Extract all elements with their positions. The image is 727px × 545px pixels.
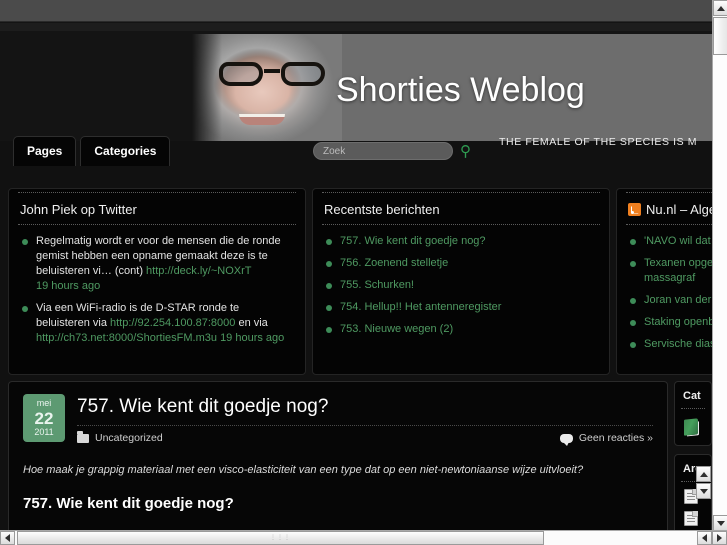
- list-item[interactable]: Servische diasp: [630, 337, 712, 352]
- post-excerpt: Hoe maak je grappig materiaal met een vi…: [23, 464, 584, 476]
- rss-link[interactable]: 'NAVO wil dat N: [644, 235, 712, 247]
- tweet-time[interactable]: 19 hours ago: [36, 279, 296, 294]
- recent-post-link[interactable]: 754. Hellup!! Het antenneregister: [340, 301, 501, 313]
- tweet-link[interactable]: http://deck.ly/~NOXrT: [146, 265, 251, 277]
- vertical-scrollbar-track[interactable]: [713, 16, 727, 515]
- post-body-heading: 757. Wie kent dit goedje nog?: [23, 495, 234, 512]
- inner-vertical-scrollbar[interactable]: [696, 466, 711, 499]
- comment-bubble-icon: [559, 433, 573, 446]
- search-input[interactable]: Zoek: [313, 142, 453, 160]
- recent-post-link[interactable]: 757. Wie kent dit goedje nog?: [340, 235, 486, 247]
- widget-recent-posts: Recentste berichten 757. Wie kent dit go…: [312, 188, 610, 375]
- scrollbar-grip-icon: ⋮⋮⋮: [270, 535, 291, 541]
- calendar-icon[interactable]: [684, 511, 698, 526]
- scroll-right-button[interactable]: [712, 531, 727, 545]
- tweet-text-2: en via: [235, 317, 268, 329]
- search-area: Zoek ⚲: [313, 142, 471, 160]
- list-item[interactable]: Regelmatig wordt er voor de mensen die d…: [22, 234, 296, 294]
- rss-link[interactable]: Joran van der S: [644, 294, 712, 306]
- date-year: 2011: [34, 427, 54, 438]
- vertical-scrollbar-thumb[interactable]: [713, 17, 727, 55]
- site-title: Shorties Weblog: [336, 71, 585, 109]
- scroll-left-button[interactable]: [0, 531, 15, 545]
- recent-posts-list: 757. Wie kent dit goedje nog? 756. Zoene…: [322, 225, 600, 337]
- post-title-block: 757. Wie kent dit goedje nog? Uncategori…: [77, 394, 653, 446]
- book-icon[interactable]: [684, 418, 698, 436]
- horizontal-scrollbar-track[interactable]: ⋮⋮⋮: [15, 531, 697, 545]
- inner-scroll-down-button[interactable]: [696, 483, 711, 499]
- horizontal-scrollbar[interactable]: ⋮⋮⋮: [0, 530, 727, 545]
- photo-left-fade: [192, 34, 222, 141]
- vertical-scrollbar[interactable]: [712, 0, 727, 531]
- widget-title-rss: Nu.nl – Alge: [626, 192, 712, 225]
- date-month: mei: [36, 398, 52, 409]
- list-item[interactable]: 756. Zoenend stelletje: [326, 256, 600, 271]
- list-item[interactable]: Texanen opges massagraf: [630, 256, 712, 286]
- right-sidebar: Cat Arc: [674, 381, 712, 531]
- post-article: mei 22 2011 757. Wie kent dit goedje nog…: [8, 381, 668, 531]
- post-comments-link[interactable]: Geen reacties »: [559, 432, 653, 446]
- date-day: 22: [34, 408, 54, 428]
- main-nav-tabs: Pages Categories: [13, 136, 171, 166]
- post-meta: Uncategorized Geen reacties »: [77, 425, 653, 446]
- list-item[interactable]: 755. Schurken!: [326, 278, 600, 293]
- list-item[interactable]: Via een WiFi-radio is de D-STAR ronde te…: [22, 301, 296, 346]
- photo-lens-right: [281, 62, 325, 86]
- rss-list: 'NAVO wil dat N Texanen opges massagraf …: [626, 225, 712, 352]
- page-viewport: Shorties Weblog THE FEMALE OF THE SPECIE…: [0, 31, 712, 531]
- scroll-down-button[interactable]: [713, 515, 727, 531]
- folder-icon: [77, 430, 89, 443]
- post-date-badge: mei 22 2011: [23, 394, 65, 442]
- widget-twitter: John Piek op Twitter Regelmatig wordt er…: [8, 188, 306, 375]
- recent-post-link[interactable]: 753. Nieuwe wegen (2): [340, 323, 453, 335]
- site-header: Shorties Weblog THE FEMALE OF THE SPECIE…: [0, 31, 712, 166]
- list-item[interactable]: Staking openba: [630, 315, 712, 330]
- widget-strip: John Piek op Twitter Regelmatig wordt er…: [8, 188, 712, 375]
- post-header: mei 22 2011 757. Wie kent dit goedje nog…: [23, 394, 653, 446]
- photo-mouth: [239, 114, 285, 125]
- site-tagline: THE FEMALE OF THE SPECIES IS M: [499, 136, 698, 148]
- sidebar-widget-categories: Cat: [674, 381, 712, 446]
- photo-lens-left: [219, 62, 263, 86]
- list-item[interactable]: 757. Wie kent dit goedje nog?: [326, 234, 600, 249]
- recent-post-link[interactable]: 755. Schurken!: [340, 279, 414, 291]
- tweet-link-2[interactable]: http://ch73.net:8000/ShortiesFM.m3u: [36, 332, 217, 344]
- tweet-link[interactable]: http://92.254.100.87:8000: [110, 317, 235, 329]
- tab-categories[interactable]: Categories: [80, 136, 171, 166]
- post-category[interactable]: Uncategorized: [77, 430, 163, 444]
- post-title[interactable]: 757. Wie kent dit goedje nog?: [77, 394, 653, 418]
- browser-toolbar-shadow: [0, 23, 712, 31]
- recent-post-link[interactable]: 756. Zoenend stelletje: [340, 257, 448, 269]
- list-item[interactable]: Joran van der S: [630, 293, 712, 308]
- twitter-list: Regelmatig wordt er voor de mensen die d…: [18, 225, 296, 346]
- post-category-label: Uncategorized: [95, 432, 163, 444]
- list-item[interactable]: 753. Nieuwe wegen (2): [326, 322, 600, 337]
- tweet-time[interactable]: 19 hours ago: [220, 332, 284, 344]
- search-icon[interactable]: ⚲: [460, 144, 471, 159]
- sidebar-title-categories: Cat: [681, 382, 705, 409]
- widget-title-rss-label: Nu.nl – Alge: [646, 202, 712, 217]
- content-area: mei 22 2011 757. Wie kent dit goedje nog…: [8, 381, 712, 531]
- list-item[interactable]: 'NAVO wil dat N: [630, 234, 712, 249]
- tab-pages[interactable]: Pages: [13, 136, 77, 166]
- scroll-up-button[interactable]: [713, 0, 727, 16]
- photo-glasses-bridge: [264, 69, 280, 73]
- rss-link[interactable]: Staking openba: [644, 316, 712, 328]
- rss-icon: [628, 203, 641, 216]
- browser-toolbar: [0, 0, 712, 22]
- widget-title-twitter: John Piek op Twitter: [18, 192, 296, 225]
- widget-rss-feed: Nu.nl – Alge 'NAVO wil dat N Texanen opg…: [616, 188, 712, 375]
- rss-link[interactable]: Texanen opges massagraf: [644, 257, 712, 284]
- rss-link[interactable]: Servische diasp: [644, 338, 712, 350]
- inner-scroll-up-button[interactable]: [696, 466, 711, 482]
- scroll-left-button-2[interactable]: [697, 531, 712, 545]
- widget-title-recent-posts: Recentste berichten: [322, 192, 600, 225]
- photo-glasses: [219, 62, 325, 86]
- horizontal-scrollbar-thumb[interactable]: ⋮⋮⋮: [17, 531, 544, 545]
- post-comments-label: Geen reacties »: [578, 432, 653, 444]
- browser-window: Shorties Weblog THE FEMALE OF THE SPECIE…: [0, 0, 727, 545]
- list-item[interactable]: 754. Hellup!! Het antenneregister: [326, 300, 600, 315]
